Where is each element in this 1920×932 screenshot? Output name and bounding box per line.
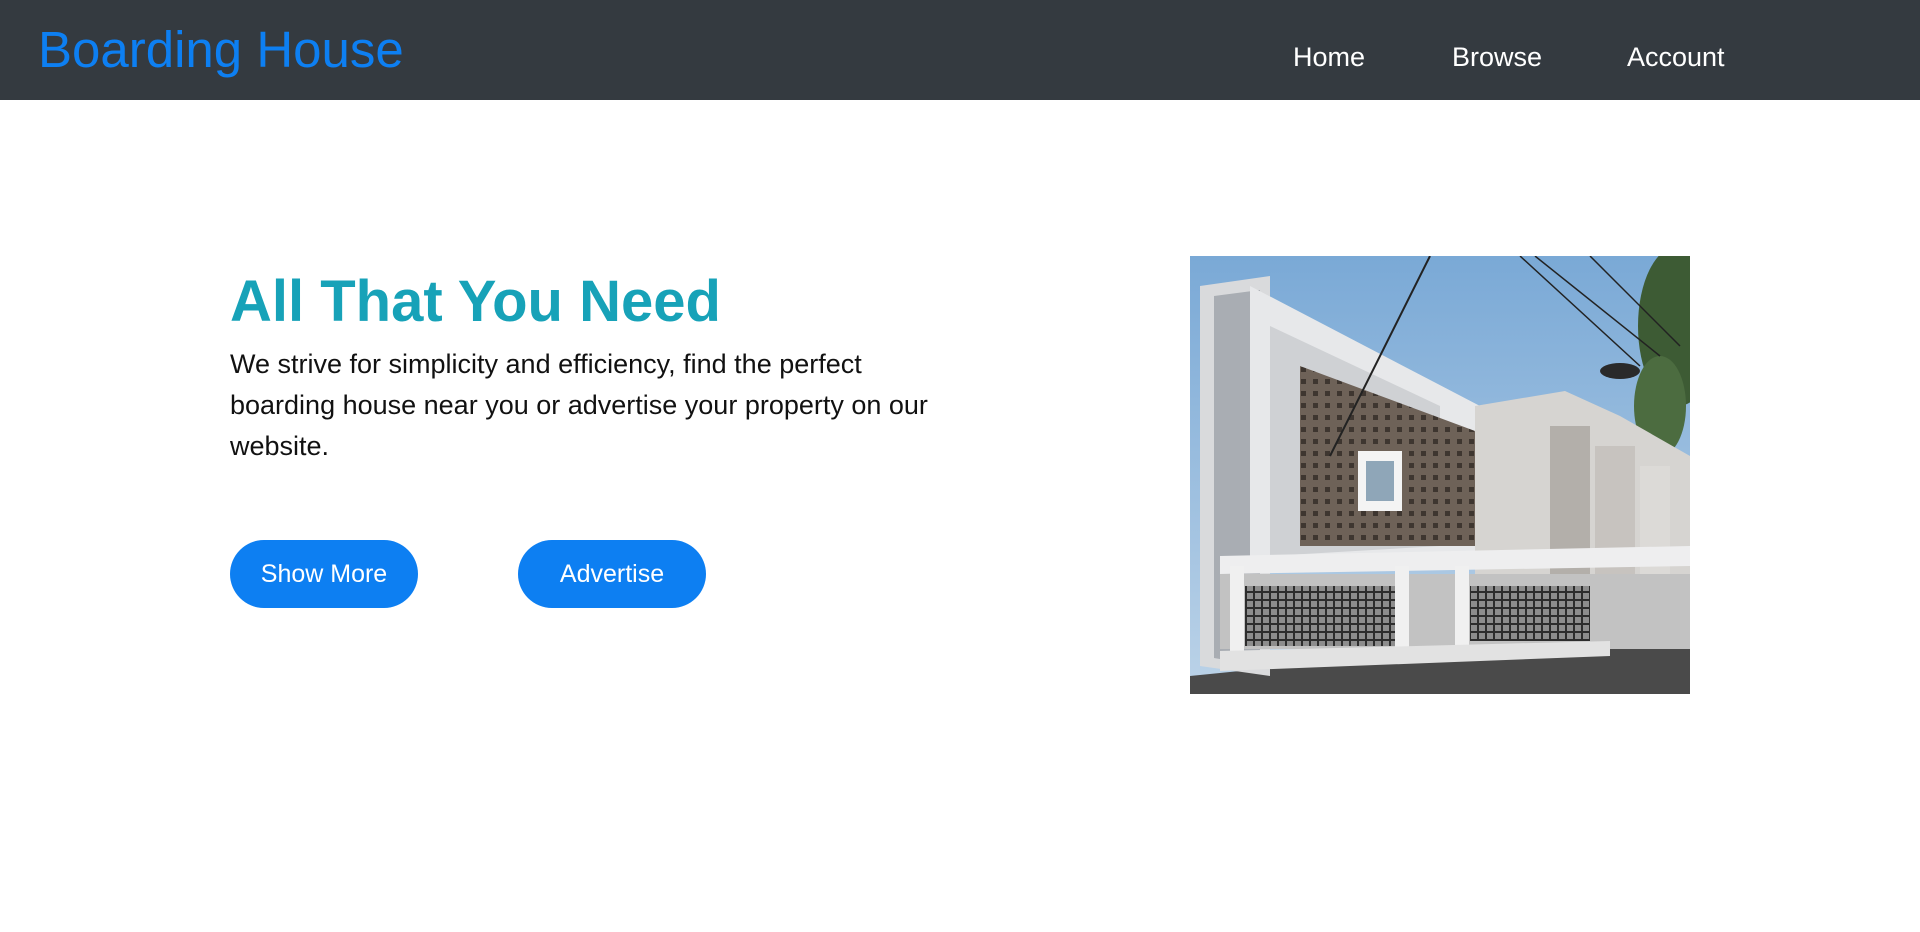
nav-link-browse[interactable]: Browse [1452,40,1542,74]
hero-title: All That You Need [230,269,721,334]
show-more-button[interactable]: Show More [230,540,418,608]
nav-link-home[interactable]: Home [1293,40,1365,74]
hero-description: We strive for simplicity and efficiency,… [230,349,928,461]
brand-logo-link[interactable]: Boarding House [38,20,404,80]
navbar: Boarding House Home Browse Account [0,0,1920,100]
boarding-house-image [1190,256,1690,694]
nav-link-account[interactable]: Account [1627,40,1725,74]
advertise-button[interactable]: Advertise [518,540,706,608]
